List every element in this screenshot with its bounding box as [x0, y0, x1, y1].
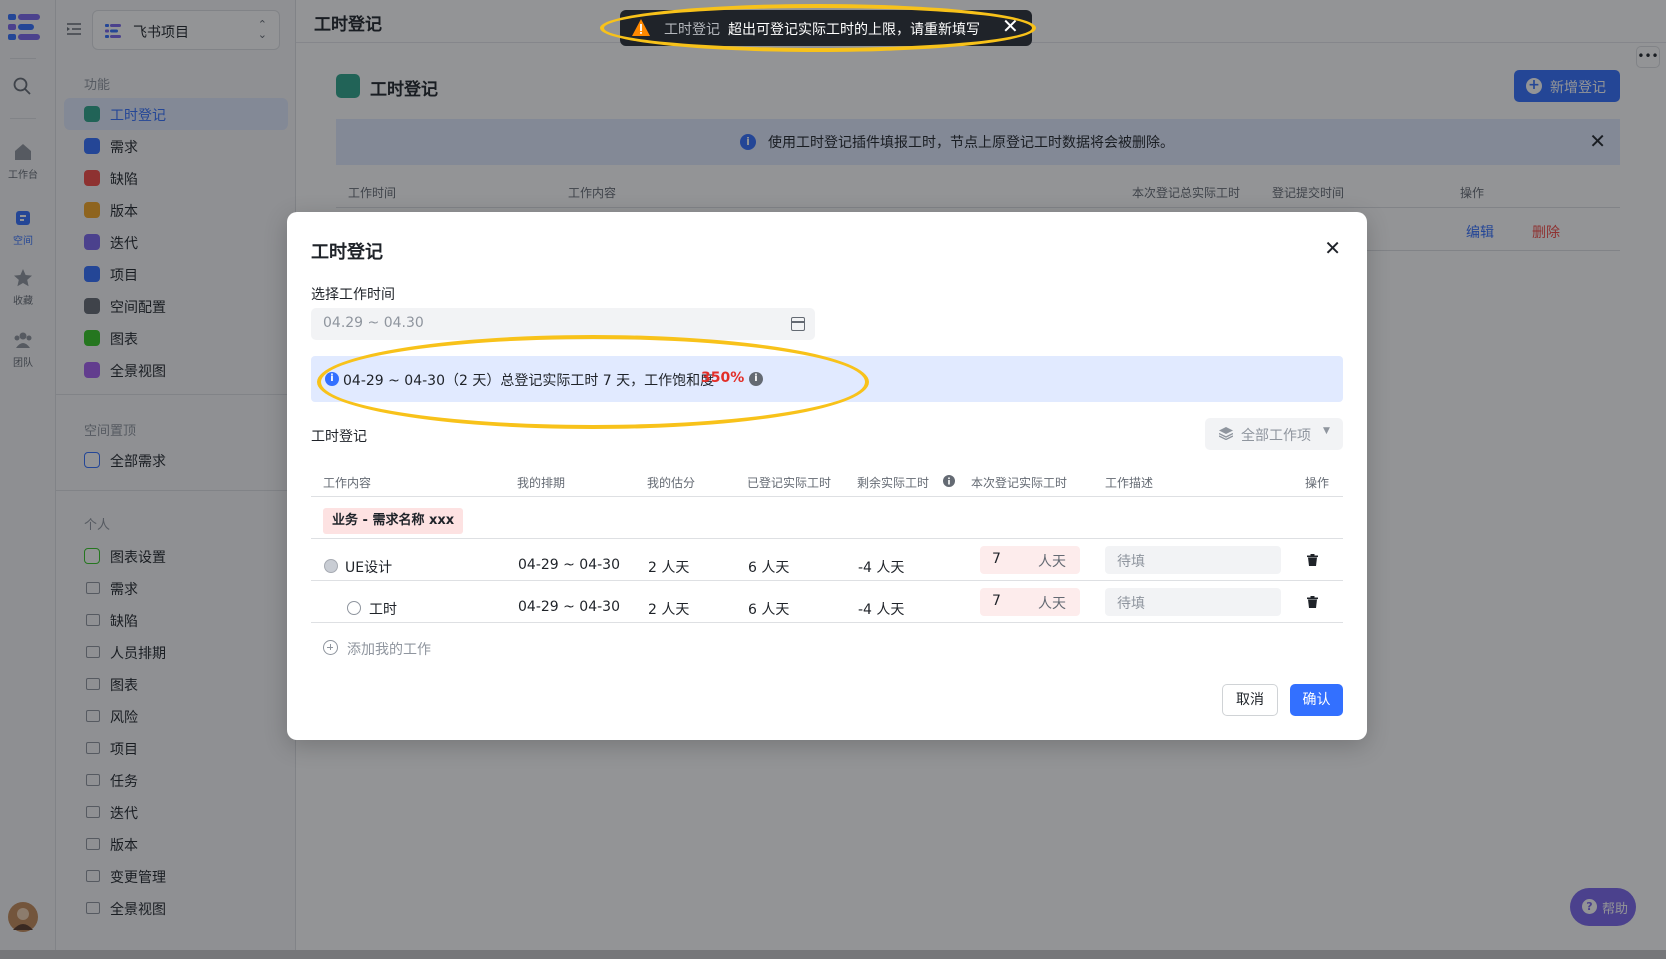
hours-value: 7	[992, 551, 1001, 567]
work-item-name: UE设计	[345, 560, 393, 576]
add-circle-icon	[323, 640, 338, 655]
remaining-hours-cell: -4 人天	[858, 560, 905, 576]
row-select-radio[interactable]	[324, 559, 338, 573]
caret-down-icon: ▼	[1323, 426, 1330, 436]
estimate-cell: 2 人天	[648, 560, 690, 576]
work-item-name: 工时	[369, 602, 397, 618]
column-header: 操作	[1305, 476, 1330, 490]
group-tag: 业务 - 需求名称 xxx	[323, 508, 464, 534]
highlight-annotation	[600, 4, 1036, 52]
column-header: 工作描述	[1105, 476, 1154, 490]
column-header: 工作内容	[323, 476, 372, 490]
table-header-divider	[311, 496, 1343, 497]
table-row-divider	[311, 622, 1343, 623]
cancel-button[interactable]: 取消	[1222, 684, 1278, 716]
hours-input[interactable]: 7 人天	[980, 546, 1080, 574]
row-select-radio[interactable]	[347, 601, 361, 615]
column-header: 我的排期	[517, 476, 566, 490]
info-tooltip-icon[interactable]	[943, 475, 955, 487]
filter-label: 全部工作项	[1241, 428, 1311, 444]
add-work-label: 添加我的工作	[347, 642, 431, 658]
remaining-hours-cell: -4 人天	[858, 602, 905, 618]
table-row-divider	[311, 580, 1343, 581]
dialog-title: 工时登记	[311, 242, 383, 263]
column-header: 已登记实际工时	[747, 476, 832, 490]
date-field-label: 选择工作时间	[311, 287, 395, 303]
logged-hours-cell: 6 人天	[748, 602, 790, 618]
section-title: 工时登记	[311, 429, 367, 445]
hours-unit: 人天	[1038, 554, 1066, 570]
column-header: 剩余实际工时	[857, 476, 930, 490]
description-placeholder: 待填	[1117, 596, 1145, 612]
layers-icon	[1219, 427, 1233, 440]
estimate-cell: 2 人天	[648, 602, 690, 618]
column-header: 本次登记实际工时	[971, 476, 1068, 490]
confirm-button[interactable]: 确认	[1290, 684, 1343, 716]
schedule-cell: 04-29 ~ 04-30	[518, 599, 620, 615]
highlight-annotation	[317, 335, 869, 429]
description-placeholder: 待填	[1117, 554, 1145, 570]
hours-input[interactable]: 7 人天	[980, 588, 1080, 616]
timesheet-dialog: 工时登记 ✕ 选择工作时间 04.29 ~ 04.30 i 04-29 ~ 04…	[287, 212, 1367, 740]
close-icon[interactable]: ✕	[1324, 236, 1341, 260]
table-row-divider	[311, 538, 1343, 539]
description-input[interactable]: 待填	[1105, 588, 1281, 616]
description-input[interactable]: 待填	[1105, 546, 1281, 574]
trash-icon[interactable]	[1307, 596, 1318, 608]
schedule-cell: 04-29 ~ 04-30	[518, 557, 620, 573]
hours-value: 7	[992, 593, 1001, 609]
trash-icon[interactable]	[1307, 554, 1318, 566]
work-item-filter[interactable]: 全部工作项 ▼	[1205, 418, 1343, 450]
logged-hours-cell: 6 人天	[748, 560, 790, 576]
calendar-icon[interactable]	[791, 317, 805, 331]
date-range-value: 04.29 ~ 04.30	[323, 315, 424, 331]
column-header: 我的估分	[647, 476, 696, 490]
hours-unit: 人天	[1038, 596, 1066, 612]
